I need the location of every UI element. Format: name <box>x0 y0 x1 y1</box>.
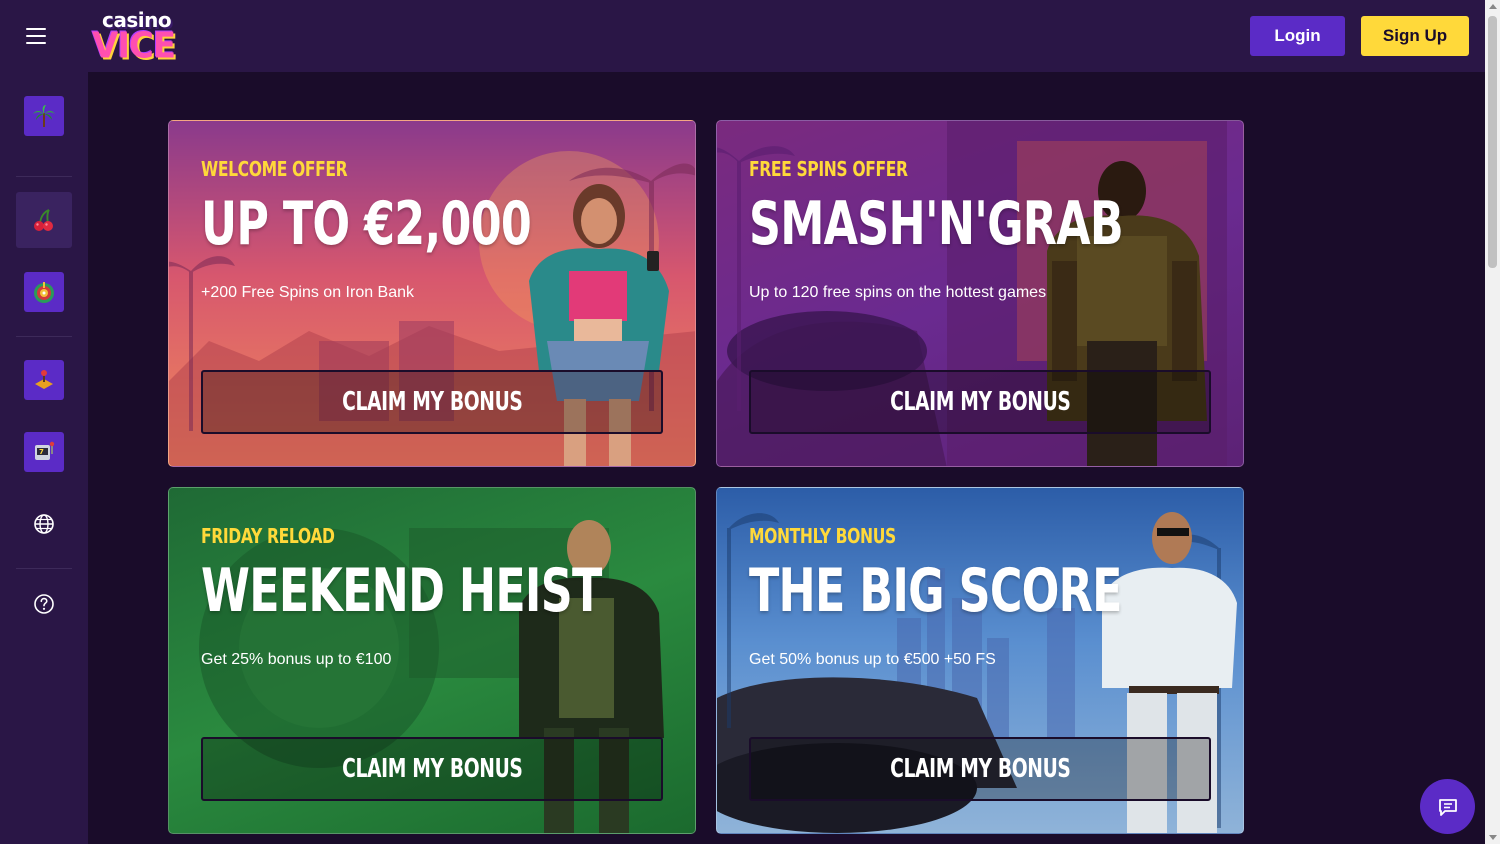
palm-tree-icon <box>33 105 55 127</box>
roulette-icon <box>34 282 54 303</box>
sidebar-item-jackpots[interactable]: 7 <box>24 432 64 472</box>
claim-bonus-button[interactable]: CLAIM MY BONUS <box>749 370 1211 434</box>
card-subtitle: Get 50% bonus up to €500 +50 FS <box>749 651 996 668</box>
promo-card-friday-reload: FRIDAY RELOAD WEEKEND HEIST Get 25% bonu… <box>168 487 696 834</box>
claim-bonus-label: CLAIM MY BONUS <box>341 387 523 417</box>
top-header: casino VICE Login Sign Up <box>0 0 1485 72</box>
casino-vice-logo[interactable]: casino VICE <box>92 8 188 67</box>
claim-bonus-label: CLAIM MY BONUS <box>889 387 1071 417</box>
svg-text:7: 7 <box>39 448 44 456</box>
claim-bonus-button[interactable]: CLAIM MY BONUS <box>749 737 1211 801</box>
promo-card-monthly: MONTHLY BONUS THE BIG SCORE Get 50% bonu… <box>716 487 1244 834</box>
claim-bonus-button[interactable]: CLAIM MY BONUS <box>201 737 663 801</box>
live-chat-button[interactable] <box>1420 779 1475 834</box>
claim-bonus-label: CLAIM MY BONUS <box>889 754 1071 784</box>
card-tag: FRIDAY RELOAD <box>201 524 335 548</box>
help-icon <box>34 594 54 614</box>
card-tag: FREE SPINS OFFER <box>749 157 908 181</box>
page-scrollbar[interactable] <box>1485 0 1500 844</box>
chat-icon <box>1438 798 1457 816</box>
sidebar-item-slots[interactable] <box>16 192 72 248</box>
card-title: SMASH'N'GRAB <box>749 189 1124 259</box>
cherries-icon <box>34 209 53 231</box>
sidebar-item-games[interactable] <box>24 360 64 400</box>
claim-bonus-label: CLAIM MY BONUS <box>341 754 523 784</box>
login-button[interactable]: Login <box>1250 16 1345 56</box>
card-title: THE BIG SCORE <box>749 556 1122 626</box>
sidebar-divider <box>16 176 72 177</box>
sidebar-item-language[interactable] <box>32 512 56 536</box>
promo-card-free-spins: FREE SPINS OFFER SMASH'N'GRAB Up to 120 … <box>716 120 1244 467</box>
slot-machine-icon: 7 <box>35 441 55 460</box>
claim-bonus-button[interactable]: CLAIM MY BONUS <box>201 370 663 434</box>
card-subtitle: Get 25% bonus up to €100 <box>201 651 392 668</box>
card-subtitle: Up to 120 free spins on the hottest game… <box>749 284 1047 301</box>
scrollbar-thumb[interactable] <box>1488 16 1497 268</box>
sidebar-item-palm[interactable] <box>24 96 64 136</box>
sidebar-item-help[interactable] <box>32 592 56 616</box>
signup-button[interactable]: Sign Up <box>1361 16 1469 56</box>
sidebar-item-live-casino[interactable] <box>24 272 64 312</box>
menu-icon[interactable] <box>24 26 48 46</box>
left-sidebar: 7 <box>0 72 88 844</box>
card-tag: WELCOME OFFER <box>201 157 348 181</box>
scroll-up-icon[interactable] <box>1489 4 1497 9</box>
scroll-down-icon[interactable] <box>1489 835 1497 840</box>
sidebar-divider <box>16 336 72 337</box>
card-subtitle: +200 Free Spins on Iron Bank <box>201 284 415 301</box>
card-title: WEEKEND HEIST <box>201 556 602 626</box>
card-title: UP TO €2,000 <box>201 189 532 259</box>
card-tag: MONTHLY BONUS <box>749 524 896 548</box>
sidebar-divider <box>16 568 72 569</box>
globe-icon <box>34 514 54 534</box>
promo-card-welcome: WELCOME OFFER UP TO €2,000 +200 Free Spi… <box>168 120 696 467</box>
joystick-icon <box>35 370 53 389</box>
logo-bottom-text: VICE <box>92 25 176 67</box>
